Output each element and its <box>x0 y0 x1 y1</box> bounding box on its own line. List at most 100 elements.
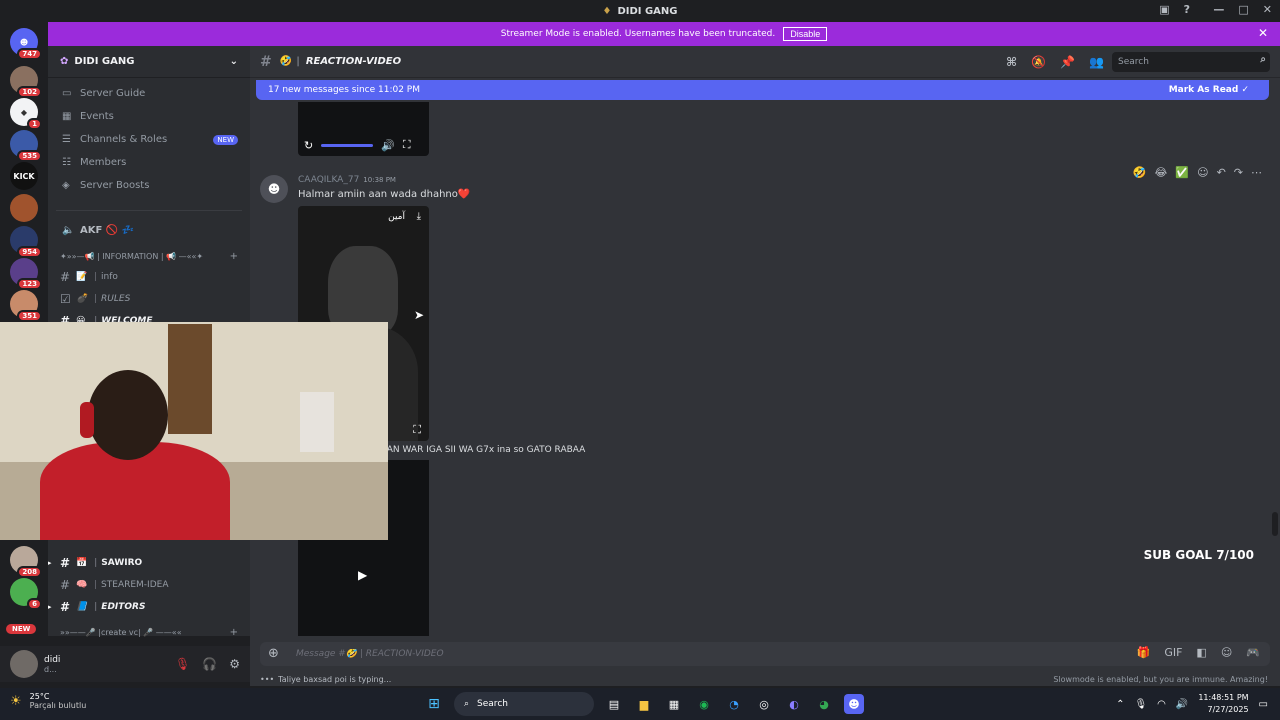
obs-icon[interactable]: ◎ <box>754 694 774 714</box>
member-list-icon[interactable]: 👥 <box>1089 55 1104 69</box>
reaction-emoji[interactable]: 😂 <box>1155 166 1168 179</box>
server-header[interactable]: ✿ DIDI GANG ⌄ <box>48 46 250 78</box>
server-icon[interactable]: 954 <box>10 226 42 258</box>
start-button[interactable]: ⊞ <box>424 694 444 714</box>
play-icon[interactable]: ▶ <box>358 568 367 582</box>
disable-streamer-mode-button[interactable]: Disable <box>783 27 828 41</box>
download-icon[interactable]: ⤓ <box>417 211 421 222</box>
discord-taskbar-icon[interactable]: ☻ <box>844 694 864 714</box>
reaction-emoji[interactable]: 🤣 <box>1133 166 1147 179</box>
fullscreen-icon[interactable]: ⛶ <box>413 423 421 437</box>
add-reaction-icon[interactable]: ☺ <box>1197 166 1208 179</box>
spotify-icon[interactable]: ◉ <box>694 694 714 714</box>
new-messages-bar[interactable]: 17 new messages since 11:02 PM Mark As R… <box>256 80 1269 100</box>
notification-bell-icon[interactable]: 🔕 <box>1031 55 1046 69</box>
add-channel-icon[interactable]: + <box>230 627 238 638</box>
add-channel-icon[interactable]: + <box>230 251 238 262</box>
reaction-emoji[interactable]: ✅ <box>1175 166 1189 179</box>
notification-icon[interactable]: ▭ <box>1259 699 1268 710</box>
server-icon[interactable]: 535 <box>10 130 42 162</box>
nav-members[interactable]: ☷ Members <box>48 151 250 174</box>
emoji-icon[interactable]: ☺ <box>1221 646 1232 659</box>
reply-icon[interactable]: ↶ <box>1217 166 1226 179</box>
chrome-icon[interactable]: ◕ <box>814 694 834 714</box>
kick-label: KICK <box>13 171 35 181</box>
forward-icon[interactable]: ↷ <box>1234 166 1243 179</box>
server-icon[interactable]: 6 <box>10 578 42 610</box>
apps-icon[interactable]: 🎮 <box>1246 646 1260 659</box>
server-icon[interactable]: 208 <box>10 546 42 578</box>
server-icon[interactable] <box>10 194 38 222</box>
store-icon[interactable]: ▦ <box>664 694 684 714</box>
unread-badge: 6 <box>27 598 42 610</box>
clock-date: 7/27/2025 <box>1207 705 1249 714</box>
members-icon: ☷ <box>62 157 71 168</box>
message-input[interactable] <box>296 645 896 663</box>
nav-events[interactable]: ▦ Events <box>48 105 250 128</box>
heart-emoji: ❤️ <box>457 189 471 200</box>
message-author[interactable]: CAAQILKA_77 10:38 PM <box>298 175 396 185</box>
volume-icon[interactable]: 🔊 <box>381 139 395 152</box>
hash-icon: # <box>60 270 71 284</box>
category-create-vc[interactable]: »»——🎤 |create vc| 🎤 ——«« + <box>48 622 250 642</box>
avatar[interactable] <box>10 650 38 678</box>
search-input[interactable] <box>1112 52 1270 72</box>
gift-icon[interactable]: 🎁 <box>1137 646 1151 659</box>
unread-badge: 351 <box>17 310 42 322</box>
channel-rules[interactable]: ☑ 💣 | RULES <box>48 288 250 310</box>
app-icon[interactable]: ◐ <box>784 694 804 714</box>
help-icon[interactable]: ? <box>1184 3 1190 16</box>
avatar[interactable]: ☻ <box>260 175 288 203</box>
voice-channel-afk[interactable]: 🔈 AKF 🚫 💤 <box>48 219 250 242</box>
category-information[interactable]: ✦»»—📢 | INFORMATION | 📢 —««✦ + <box>48 246 250 266</box>
taskbar-search[interactable]: ⌕ Search <box>454 692 594 716</box>
replay-icon[interactable]: ↻ <box>304 139 313 152</box>
maximize-button[interactable]: □ <box>1238 3 1248 16</box>
fullscreen-icon[interactable]: ⛶ <box>403 138 411 152</box>
microphone-icon[interactable]: 🎙 <box>1134 699 1147 710</box>
minimize-button[interactable]: — <box>1213 3 1224 16</box>
server-icon[interactable]: 102 <box>10 66 42 98</box>
server-kick[interactable]: KICK <box>10 162 38 190</box>
headphones-icon[interactable]: 🎧 <box>202 657 217 671</box>
server-icon[interactable]: 351 <box>10 290 42 322</box>
mark-as-read-button[interactable]: Mark As Read ✓ <box>1169 85 1249 95</box>
chat-scrollbar[interactable] <box>1272 512 1278 536</box>
volume-icon[interactable]: 🔊 <box>1176 699 1188 710</box>
inbox-icon[interactable]: ▣ <box>1159 3 1169 16</box>
channel-sawiro[interactable]: ▸ # 📅 | SAWIRO <box>48 552 250 574</box>
weather-widget[interactable]: ☀ 25°C Parçalı bulutlu <box>10 692 86 710</box>
direct-messages-button[interactable]: ☻ 747 <box>10 28 42 60</box>
sticker-icon[interactable]: ◧ <box>1196 646 1206 659</box>
add-attachment-icon[interactable]: ⊕ <box>268 646 279 661</box>
clock[interactable]: 11:48:51 PM 7/27/2025 <box>1198 692 1248 716</box>
mute-microphone-icon[interactable]: 🎙 <box>175 657 190 671</box>
channel-stearem-idea[interactable]: # 🧠 | STEAREM-IDEA <box>48 574 250 596</box>
server-icon[interactable]: 123 <box>10 258 42 290</box>
more-options-icon[interactable]: ⋯ <box>1251 166 1262 179</box>
channel-editors[interactable]: ▸ # 📘 | EDITORS <box>48 596 250 618</box>
threads-icon[interactable]: ⌘ <box>1006 55 1017 69</box>
pin-icon[interactable]: 📌 <box>1060 55 1075 69</box>
close-window-button[interactable]: ✕ <box>1263 3 1272 16</box>
new-servers-pill[interactable]: NEW <box>6 624 37 634</box>
gear-icon[interactable]: ⚙ <box>229 657 240 671</box>
nav-server-boosts[interactable]: ◈ Server Boosts <box>48 174 250 197</box>
taskbar-search-label: Search <box>477 699 508 709</box>
server-icon[interactable]: ◆ 1 <box>10 98 42 130</box>
gif-icon[interactable]: GIF <box>1164 646 1182 659</box>
chevron-up-icon[interactable]: ⌃ <box>1116 699 1124 710</box>
channel-info[interactable]: # 📝 | info <box>48 266 250 288</box>
video-progress-bar[interactable] <box>321 143 374 147</box>
edge-icon[interactable]: ◔ <box>724 694 744 714</box>
rules-icon: ☑ <box>60 292 71 306</box>
nav-server-guide[interactable]: ▭ Server Guide <box>48 82 250 105</box>
caret-right-icon: ▸ <box>48 603 52 611</box>
wifi-icon[interactable]: ◠ <box>1157 699 1166 710</box>
close-banner-icon[interactable]: ✕ <box>1258 26 1268 40</box>
task-view-icon[interactable]: ▤ <box>604 694 624 714</box>
video-player[interactable]: ↻ 🔊 ⛶ <box>298 102 429 156</box>
file-explorer-icon[interactable]: ▆ <box>634 694 654 714</box>
nav-channels-roles[interactable]: ☰ Channels & Roles NEW <box>48 128 250 151</box>
chevron-down-icon: ⌄ <box>229 56 238 67</box>
